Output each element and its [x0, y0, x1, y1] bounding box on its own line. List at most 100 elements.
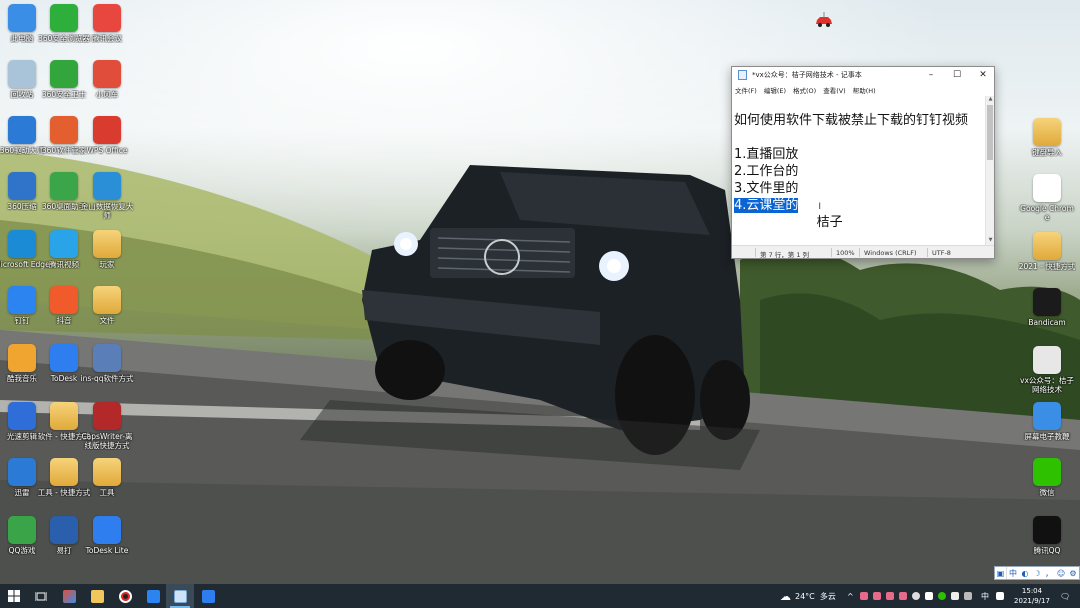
ime-mode[interactable]: 中 [1007, 567, 1019, 579]
desktop-icon[interactable]: 金山数据恢复大师 [78, 172, 136, 220]
computer-icon [8, 4, 36, 32]
notepad-title-bar[interactable]: *vx公众号：桔子网络技术 - 记事本 – ☐ ✕ [732, 67, 994, 83]
task-view-icon [35, 591, 47, 601]
zoom-level: 100% [836, 249, 855, 257]
360-guard-icon [50, 60, 78, 88]
desktop-icon-label: 微信 [1039, 488, 1055, 497]
desktop-icon[interactable]: 小风车 [78, 60, 136, 99]
tray-app-icon[interactable] [860, 592, 868, 600]
menu-file[interactable]: 文件(F) [735, 85, 757, 95]
screen-pen-icon [1033, 402, 1061, 430]
ime-switch-icon[interactable]: ▣ [995, 567, 1007, 579]
vertical-scrollbar[interactable]: ▲ ▼ [985, 96, 994, 245]
folder-icon [50, 402, 78, 430]
desktop-icon-label: 小风车 [95, 90, 119, 99]
taskbar-notepad[interactable] [166, 584, 194, 608]
desktop-icon-label: WPS Office [86, 146, 128, 155]
desktop-icon[interactable]: CapsWriter-离线版快捷方式 [78, 402, 136, 450]
ime-punct-icon[interactable]: ， [1043, 567, 1055, 579]
notepad-title: *vx公众号：桔子网络技术 - 记事本 [752, 71, 862, 79]
taskbar: ☁ 24°C 多云 ^ 中 15:04 2021/9/17 🗨 [0, 584, 1080, 608]
desktop-icon[interactable]: ToDesk Lite [78, 516, 136, 555]
desktop-icon[interactable]: 文件 [78, 286, 136, 325]
recycle-bin-icon [8, 60, 36, 88]
desktop-icon[interactable]: 玩家 [78, 230, 136, 269]
desktop-icon[interactable]: Bandicam [1018, 288, 1076, 327]
clock-date: 2021/9/17 [1014, 597, 1050, 605]
taskbar-file-explorer[interactable] [83, 584, 111, 608]
ime-moon-icon[interactable]: ☽ [1031, 567, 1043, 579]
tray-app-icon[interactable] [886, 592, 894, 600]
scroll-up-icon[interactable]: ▲ [986, 96, 995, 104]
windows-logo-icon [8, 590, 20, 602]
network-icon[interactable] [951, 592, 959, 600]
close-button[interactable]: ✕ [970, 67, 996, 83]
folder-icon [93, 286, 121, 314]
taskbar-dingtalk[interactable] [139, 584, 167, 608]
weather-text: 24°C 多云 [795, 591, 836, 601]
notepad-window[interactable]: *vx公众号：桔子网络技术 - 记事本 – ☐ ✕ 文件(F) 编辑(E) 格式… [731, 66, 995, 259]
desktop-icon-label: 腾讯会议 [92, 34, 122, 43]
todesk-lite-icon [93, 516, 121, 544]
taskbar-recorder[interactable] [111, 584, 139, 608]
ime-shape-icon[interactable]: ◐ [1019, 567, 1031, 579]
desktop-icon-label: 腾讯QQ [1033, 546, 1061, 555]
volume-icon[interactable] [964, 592, 972, 600]
desktop-icon[interactable]: 键盘导入 [1018, 118, 1076, 157]
folder-icon [90, 589, 104, 603]
wechat-icon [1033, 458, 1061, 486]
tray-app-icon[interactable] [899, 592, 907, 600]
taskbar-todesk[interactable] [194, 584, 222, 608]
desktop-icon[interactable]: vx公众号：桔子网络技术 [1018, 346, 1076, 394]
text-line: 桔子 [734, 215, 843, 230]
pinwheel-icon [93, 60, 121, 88]
bandicam-icon [1033, 288, 1061, 316]
minimize-button[interactable]: – [918, 67, 944, 83]
system-clock[interactable]: 15:04 2021/9/17 [1010, 586, 1054, 606]
scrollbar-thumb[interactable] [987, 105, 993, 160]
music-icon [8, 344, 36, 372]
desktop-icon[interactable]: 腾讯QQ [1018, 516, 1076, 555]
taskbar-pinwheel-app[interactable] [55, 584, 83, 608]
wps-icon [93, 116, 121, 144]
cloud-sync-icon[interactable] [912, 592, 920, 600]
notepad-menu-bar: 文件(F) 编辑(E) 格式(O) 查看(V) 帮助(H) [732, 83, 994, 96]
desktop-icon[interactable]: 屏幕电子教鞭 [1018, 402, 1076, 441]
desktop-icon[interactable]: 2021 - 快捷方式 [1018, 232, 1076, 271]
toy-car-pendant-icon[interactable] [814, 12, 834, 28]
maximize-button[interactable]: ☐ [944, 67, 970, 83]
action-center-icon[interactable]: 🗨 [1060, 584, 1070, 608]
desktop-icon[interactable]: WPS Office [78, 116, 136, 155]
notepad-text-area[interactable]: 如何使用软件下载被禁止下载的钉钉视频 1.直播回放 2.工作台的 3.文件里的 … [732, 96, 985, 245]
menu-format[interactable]: 格式(O) [793, 85, 816, 95]
ime-settings-icon[interactable]: ⚙ [1067, 567, 1079, 579]
menu-edit[interactable]: 编辑(E) [764, 85, 786, 95]
360-browser-icon [50, 4, 78, 32]
ime-emoji-icon[interactable]: ☺ [1055, 567, 1067, 579]
folder-icon [93, 230, 121, 258]
notepad-status-bar: 第 7 行，第 1 列 100% Windows (CRLF) UTF-8 [732, 245, 994, 259]
desktop-icon[interactable]: ins-qq软件方式 [78, 344, 136, 383]
desktop-icon[interactable]: Google Chrome [1018, 174, 1076, 222]
scroll-down-icon[interactable]: ▼ [986, 237, 995, 245]
tray-app-icon[interactable] [873, 592, 881, 600]
start-button[interactable] [0, 584, 28, 608]
notepad-icon [738, 70, 747, 80]
desktop-icon-label: 键盘导入 [1032, 148, 1062, 157]
menu-help[interactable]: 帮助(H) [853, 85, 876, 95]
microphone-icon[interactable] [925, 592, 933, 600]
text-cursor-icon: I [818, 202, 822, 212]
task-view-button[interactable] [27, 584, 55, 608]
input-method-icon[interactable] [996, 592, 1004, 600]
desktop-icon[interactable]: 微信 [1018, 458, 1076, 497]
menu-view[interactable]: 查看(V) [823, 85, 846, 95]
desktop-icon[interactable]: 工具 [78, 458, 136, 497]
ime-indicator[interactable]: 中 [981, 584, 989, 608]
tray-overflow-icon[interactable]: ^ [847, 584, 854, 608]
ime-toolbar[interactable]: ▣ 中 ◐ ☽ ， ☺ ⚙ [994, 566, 1080, 580]
weather-widget[interactable]: ☁ 24°C 多云 [780, 584, 836, 608]
dingtalk-icon [146, 589, 160, 603]
desktop-icon-label: 2021 - 快捷方式 [1018, 262, 1076, 271]
desktop-icon[interactable]: 腾讯会议 [78, 4, 136, 43]
wechat-icon[interactable] [938, 592, 946, 600]
